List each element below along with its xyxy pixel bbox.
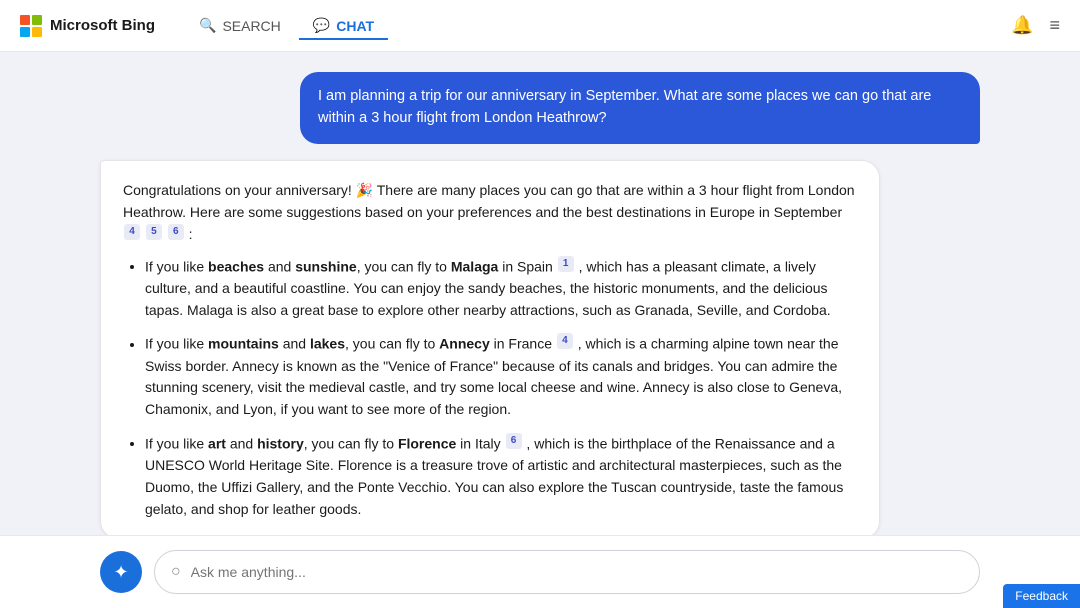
search-label: SEARCH	[222, 18, 280, 34]
ref-4b: 4	[557, 333, 573, 349]
keyword-history: history	[257, 435, 304, 451]
ref-1: 1	[558, 256, 574, 272]
chat-input[interactable]	[191, 564, 963, 580]
nav-links: 🔍 SEARCH 💬 CHAT	[185, 11, 388, 40]
list-item: If you like beaches and sunshine, you ca…	[145, 256, 857, 322]
feedback-label: Feedback	[1015, 589, 1068, 603]
bing-button[interactable]: ✦	[100, 551, 142, 593]
topnav: Microsoft Bing 🔍 SEARCH 💬 CHAT 🔔 ≡	[0, 0, 1080, 52]
nav-right: 🔔 ≡	[1011, 15, 1060, 36]
input-bar: ✦ ○	[0, 535, 1080, 608]
chat-icon: 💬	[313, 17, 330, 34]
keyword-beaches: beaches	[208, 258, 264, 274]
brand-name: Microsoft Bing	[50, 17, 155, 34]
ref-6: 6	[168, 224, 184, 240]
list-item: If you like mountains and lakes, you can…	[145, 333, 857, 420]
feedback-badge[interactable]: Feedback	[1003, 584, 1080, 608]
user-message: I am planning a trip for our anniversary…	[300, 72, 980, 144]
bot-bullet-list: If you like beaches and sunshine, you ca…	[123, 256, 857, 521]
ref-5: 5	[146, 224, 162, 240]
keyword-lakes: lakes	[310, 336, 345, 352]
keyword-art: art	[208, 435, 226, 451]
user-message-text: I am planning a trip for our anniversary…	[318, 88, 931, 126]
chat-nav-item[interactable]: 💬 CHAT	[299, 11, 388, 40]
input-wrapper: ○	[154, 550, 980, 594]
notification-icon[interactable]: 🔔	[1011, 15, 1033, 36]
keyword-florence: Florence	[398, 435, 456, 451]
menu-icon[interactable]: ≡	[1049, 15, 1060, 36]
bing-logo	[20, 15, 42, 37]
keyword-annecy: Annecy	[439, 336, 490, 352]
chat-label: CHAT	[336, 18, 374, 34]
list-item: If you like art and history, you can fly…	[145, 433, 857, 520]
brand: Microsoft Bing	[20, 15, 155, 37]
ref-6b: 6	[506, 433, 522, 449]
search-nav-item[interactable]: 🔍 SEARCH	[185, 11, 295, 40]
microsoft-grid-icon	[20, 15, 42, 37]
keyword-mountains: mountains	[208, 336, 279, 352]
keyword-sunshine: sunshine	[295, 258, 356, 274]
keyword-malaga: Malaga	[451, 258, 498, 274]
bot-intro-text: Congratulations on your anniversary! 🎉 T…	[123, 179, 857, 246]
bot-message: Congratulations on your anniversary! 🎉 T…	[100, 160, 880, 536]
input-icon: ○	[171, 563, 181, 581]
search-icon: 🔍	[199, 17, 216, 34]
ref-4: 4	[124, 224, 140, 240]
chat-container: I am planning a trip for our anniversary…	[0, 52, 1080, 535]
bing-btn-icon: ✦	[113, 562, 128, 583]
